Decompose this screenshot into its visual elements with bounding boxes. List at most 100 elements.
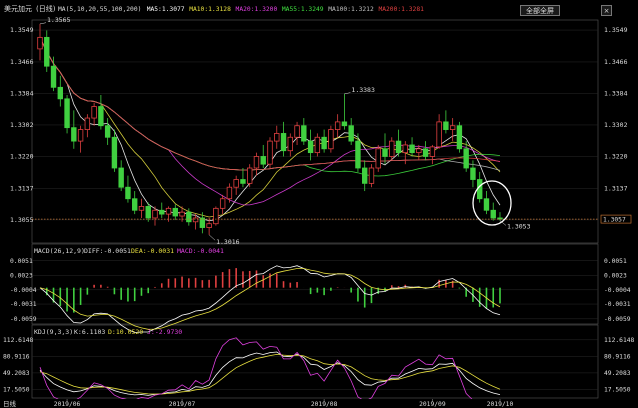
candle xyxy=(477,179,483,200)
macd-tick-left: -0.0031 xyxy=(10,301,37,308)
macd-tick-left: 0.0051 xyxy=(10,258,33,265)
macd-tick-right: -0.0031 xyxy=(604,301,631,308)
price-tick-right: 1.3466 xyxy=(604,58,628,66)
current-price-label: 1.3057 xyxy=(603,216,626,223)
candle xyxy=(429,146,436,157)
candle xyxy=(402,144,408,154)
close-button[interactable]: × xyxy=(601,5,612,16)
annotation-last-low-label: 1.3053 xyxy=(507,223,531,231)
kdj-tick-right: 17.5050 xyxy=(604,386,631,393)
macd-histogram xyxy=(45,268,501,313)
price-tick-left: 1.3302 xyxy=(10,121,34,129)
candle xyxy=(138,206,145,211)
candle xyxy=(125,186,131,200)
candle xyxy=(490,209,496,219)
macd-tick-right: -0.0004 xyxy=(604,287,631,294)
price-grid xyxy=(32,29,598,221)
candle xyxy=(470,167,476,180)
kdj-tick-left: 80.9116 xyxy=(3,353,30,360)
fullscreen-button[interactable]: 全部全屏 xyxy=(520,5,560,16)
candle xyxy=(274,133,280,142)
macd-panel: MACD(26,12,9) DIFF:-0.0051 DEA:-0.0031 M… xyxy=(34,247,224,255)
candle xyxy=(91,106,97,119)
candle xyxy=(132,198,138,211)
candle xyxy=(321,136,327,150)
candle xyxy=(463,148,469,169)
date-label: 2019/09 xyxy=(419,401,446,408)
candle xyxy=(328,129,334,150)
macd-title: MACD(26,12,9) xyxy=(34,247,85,255)
price-tick-right: 1.3384 xyxy=(604,89,628,97)
date-axis: 日线 2019/06 2019/07 2019/08 2019/09 2019/10 xyxy=(0,399,638,408)
annotation-low-label: 1.3016 xyxy=(216,238,240,246)
price-tick-left: 1.3137 xyxy=(10,184,34,192)
price-tick-right: 1.3549 xyxy=(604,26,628,34)
price-tick-left: 1.3466 xyxy=(10,58,34,66)
candle xyxy=(145,206,151,219)
ma-legend-item: MA200:1.3281 xyxy=(378,6,424,13)
macd-dea-label: DEA:-0.0031 xyxy=(131,247,174,255)
candle xyxy=(172,207,178,217)
ma-legend-item: MA100:1.3212 xyxy=(328,6,374,13)
candle xyxy=(84,117,91,130)
candle xyxy=(375,148,381,169)
price-tick-left: 1.3549 xyxy=(10,26,34,34)
kdj-tick-right: 80.9116 xyxy=(604,353,631,360)
ma-legend-item: MA20:1.3200 xyxy=(236,6,278,13)
candle xyxy=(50,65,57,88)
candle xyxy=(64,98,70,129)
kdj-tick-left: 112.6148 xyxy=(3,337,34,344)
candle xyxy=(368,167,375,184)
macd-tick-left: -0.0004 xyxy=(10,287,37,294)
candle xyxy=(77,129,84,142)
candle xyxy=(422,148,429,157)
candlestick-series xyxy=(37,23,503,235)
candle xyxy=(341,121,348,127)
candle xyxy=(44,36,50,67)
trading-chart[interactable]: 美元加元 (日线) MA(5,10,20,55,100,200) MA5:1.30… xyxy=(0,0,638,408)
date-axis-corner: 日线 xyxy=(3,399,17,408)
ma-legend-item: MA(5,10,20,55,100,200) xyxy=(58,6,141,13)
price-tick-left: 1.3055 xyxy=(10,216,34,224)
candle xyxy=(395,140,402,154)
kdj-title: KDJ(9,3,3) xyxy=(34,328,73,336)
macd-tick-left: 0.0023 xyxy=(10,273,33,280)
date-label: 2019/07 xyxy=(169,401,196,408)
candle xyxy=(456,125,463,150)
candle xyxy=(449,125,456,130)
candle xyxy=(240,179,246,184)
macd-tick-left: -0.0059 xyxy=(10,316,37,323)
date-label: 2019/06 xyxy=(54,401,81,408)
candle xyxy=(416,148,422,154)
candle xyxy=(186,211,192,223)
candle xyxy=(301,125,307,142)
macd-value-label: MACD:-0.0041 xyxy=(177,247,224,255)
kdj-tick-right: 49.2083 xyxy=(604,370,631,377)
candle xyxy=(233,179,239,188)
price-tick-right: 1.3220 xyxy=(604,152,628,160)
candle xyxy=(165,207,172,215)
candle xyxy=(71,127,77,142)
annotation-leader xyxy=(208,234,216,241)
candle xyxy=(260,156,266,165)
price-tick-right: 1.3137 xyxy=(604,184,628,192)
candle xyxy=(219,198,226,209)
kdj-j-line xyxy=(39,337,500,402)
macd-tick-right: -0.0059 xyxy=(604,316,631,323)
candle xyxy=(362,167,368,184)
candle xyxy=(355,140,361,169)
annotation-mid-high-label: 1.3383 xyxy=(351,86,375,94)
kdj-k-label: K:6.1103 xyxy=(74,328,105,336)
candle xyxy=(436,121,442,148)
candle xyxy=(104,125,111,138)
kdj-panel: KDJ(9,3,3) K:6.1103 D:10.0520 J:-2.9730 xyxy=(34,328,182,336)
candle xyxy=(226,186,233,200)
kdj-tick-right: 112.6148 xyxy=(604,337,635,344)
ma-line-20 xyxy=(39,37,501,206)
ma-legend-item: MA55:1.3249 xyxy=(282,6,324,13)
candle xyxy=(111,136,118,169)
ma-legend-item: MA5:1.3077 xyxy=(147,6,185,13)
macd-tick-right: 0.0023 xyxy=(604,273,627,280)
panel-frames xyxy=(31,19,599,399)
candle xyxy=(118,167,124,188)
